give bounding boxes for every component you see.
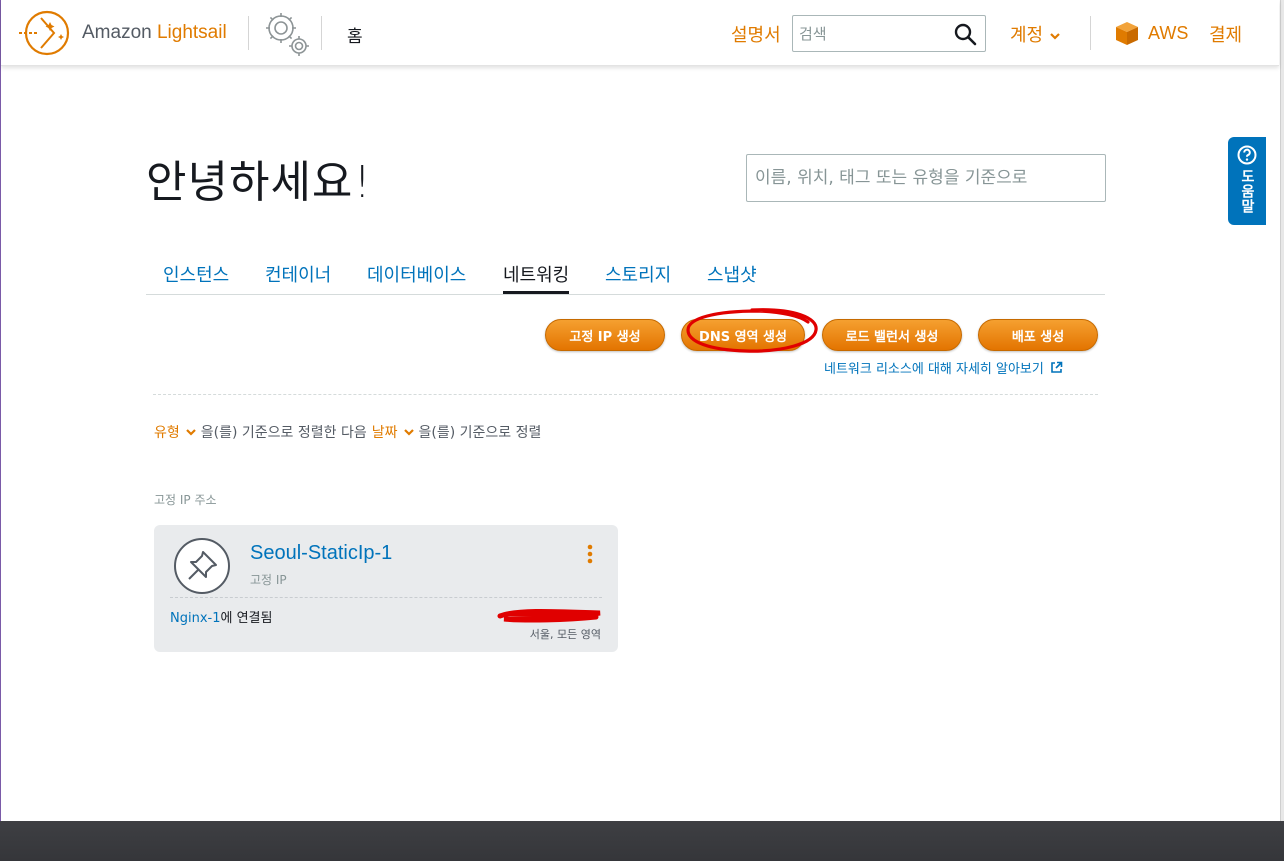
window-scrollbar[interactable]: [1280, 0, 1284, 821]
sort-text: 을(를) 기준으로 정렬한 다음: [200, 425, 367, 441]
resource-type: 고정 IP: [250, 573, 287, 587]
create-distribution-button[interactable]: 배포 생성: [978, 319, 1098, 351]
sort-controls: 유형 을(를) 기준으로 정렬한 다음 날짜 을(를) 기준으로 정렬: [154, 422, 541, 442]
resource-filter-input[interactable]: [755, 165, 1095, 191]
settings-gear-icon[interactable]: [259, 8, 313, 58]
account-label: 계정: [1010, 25, 1044, 46]
attachment-suffix: 에 연결됨: [220, 611, 273, 626]
create-load-balancer-button[interactable]: 로드 밸런서 생성: [822, 319, 962, 351]
chevron-down-icon: [185, 429, 196, 436]
resource-filter: [746, 154, 1106, 202]
billing-link[interactable]: 결제: [1209, 21, 1242, 47]
sort-key-type[interactable]: 유형: [154, 422, 201, 442]
sort-key-type-label: 유형: [154, 425, 180, 441]
tab-instances[interactable]: 인스턴스: [163, 261, 229, 287]
resource-name-link[interactable]: Seoul-StaticIp-1: [250, 542, 392, 565]
help-side-tab[interactable]: 도움말: [1228, 137, 1266, 225]
section-divider: [153, 394, 1098, 395]
tab-networking[interactable]: 네트워킹: [503, 261, 570, 294]
resource-tabs: 인스턴스 컨테이너 데이터베이스 네트워킹 스토리지 스냅샷: [146, 256, 1105, 295]
chevron-down-icon: [1050, 33, 1060, 40]
aws-label: AWS: [1148, 22, 1189, 43]
search-icon[interactable]: [953, 22, 977, 46]
kebab-menu-icon[interactable]: [584, 543, 596, 565]
home-link[interactable]: 홈: [347, 22, 363, 47]
header-divider: [248, 16, 249, 50]
aws-cube-icon: [1116, 22, 1138, 45]
page-title: 안녕하세요!: [146, 157, 373, 208]
learn-more-label: 네트워크 리소스에 대해 자세히 알아보기: [824, 362, 1044, 377]
window-edge: [0, 0, 1, 821]
pin-icon: [174, 538, 230, 594]
tab-containers[interactable]: 컨테이너: [265, 261, 331, 287]
os-taskbar: [0, 821, 1284, 861]
brand-prefix: Amazon: [82, 22, 157, 43]
sort-key-date-label: 날짜: [371, 425, 398, 441]
learn-more-link[interactable]: 네트워크 리소스에 대해 자세히 알아보기: [824, 358, 1063, 377]
aws-console-link[interactable]: AWS: [1114, 20, 1188, 46]
sort-key-date[interactable]: 날짜: [372, 422, 419, 442]
brand-lightsail: Lightsail: [156, 22, 227, 43]
tab-storage[interactable]: 스토리지: [605, 261, 671, 287]
create-static-ip-button[interactable]: 고정 IP 생성: [545, 319, 665, 351]
redacted-ip-scribble: [497, 608, 601, 623]
resource-region: 서울, 모든 영역: [529, 628, 601, 641]
lightsail-logo-icon[interactable]: [17, 10, 73, 56]
tab-snapshots[interactable]: 스냅샷: [707, 261, 757, 287]
brand-name[interactable]: Amazon Lightsail: [82, 22, 227, 44]
card-divider: [170, 597, 602, 598]
section-label-static-ip: 고정 IP 주소: [154, 493, 217, 507]
sort-text: 을(를) 기준으로 정렬: [418, 425, 542, 441]
external-link-icon: [1051, 361, 1063, 373]
attached-instance-link[interactable]: Nginx-1: [170, 611, 220, 626]
top-navigation-bar: Amazon Lightsail 홈 설명서 계정 AWS 결제: [1, 0, 1279, 66]
tab-databases[interactable]: 데이터베이스: [367, 261, 466, 287]
docs-link[interactable]: 설명서: [731, 21, 781, 47]
header-divider: [1090, 16, 1091, 50]
chevron-down-icon: [403, 429, 414, 436]
help-tab-label: 도움말: [1239, 169, 1255, 214]
static-ip-card[interactable]: Seoul-StaticIp-1 고정 IP Nginx-1에 연결됨 서울, …: [154, 525, 618, 652]
create-dns-zone-button[interactable]: DNS 영역 생성: [681, 319, 805, 351]
attachment-status: Nginx-1에 연결됨: [170, 607, 272, 626]
question-circle-icon: [1237, 145, 1257, 165]
account-menu[interactable]: 계정: [1010, 21, 1061, 47]
header-search: [792, 15, 986, 52]
header-divider: [321, 16, 322, 50]
header-search-input[interactable]: [799, 22, 949, 46]
